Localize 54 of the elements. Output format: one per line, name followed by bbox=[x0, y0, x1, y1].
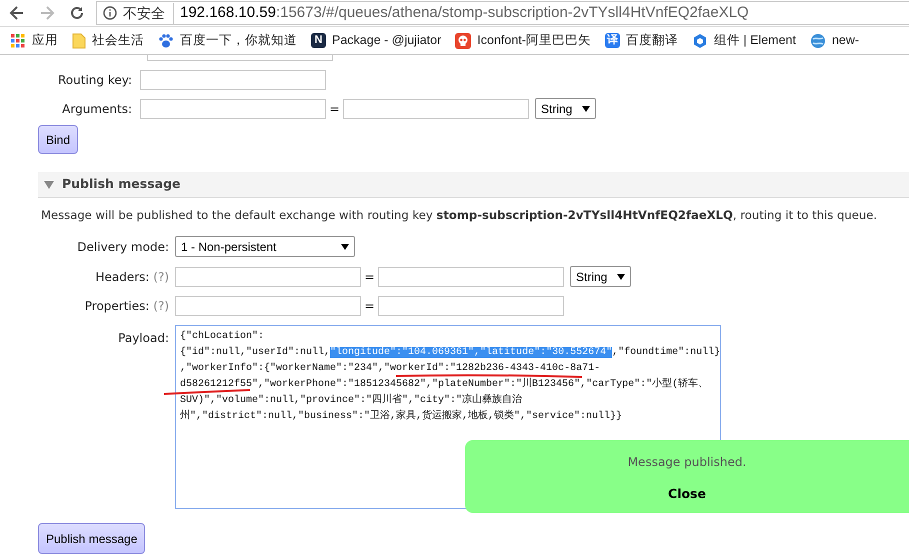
apps-icon bbox=[10, 32, 26, 48]
paw-icon bbox=[158, 32, 174, 48]
section-header[interactable]: Publish message bbox=[38, 172, 909, 198]
bind-button[interactable]: Bind bbox=[38, 125, 78, 154]
info-icon bbox=[103, 6, 117, 20]
security-label: 不安全 bbox=[123, 2, 174, 24]
equals-sign: = bbox=[328, 100, 341, 118]
input-field[interactable] bbox=[175, 296, 361, 316]
input-field[interactable] bbox=[140, 98, 326, 118]
caret-icon bbox=[582, 106, 590, 112]
input-field[interactable] bbox=[378, 296, 564, 316]
input-field[interactable] bbox=[140, 70, 326, 90]
address-bar[interactable]: 不安全 192.168.10.59:15673/#/queues/athena/stomp-subscription-2vTYsll4HtVnfEQ2faeXLQ bbox=[96, 1, 909, 25]
type-select[interactable]: String bbox=[535, 98, 596, 119]
url-text: 192.168.10.59:15673/#/queues/athena/stomp-subscription-2vTYsll4HtVnfEQ2faeXLQ bbox=[180, 2, 749, 23]
folder-icon bbox=[72, 32, 86, 48]
field-label: Delivery mode: bbox=[77, 240, 169, 254]
equals-sign: = bbox=[363, 268, 376, 286]
field-label: Arguments: bbox=[62, 102, 132, 116]
input-field[interactable] bbox=[343, 98, 529, 118]
field-label: Properties: bbox=[84, 299, 150, 314]
description-text: Message will be published to the default exchange with routing key stomp-subscription-2vTYsll4HtVnfEQ2faeXLQ, routing it to this queue. bbox=[41, 207, 878, 224]
bookmark-link[interactable]: 应用 bbox=[10, 31, 58, 50]
field-label: Routing key: bbox=[58, 73, 132, 87]
input-field[interactable] bbox=[175, 266, 361, 287]
bookmark-link[interactable]: 百度一下，你就知道 bbox=[158, 31, 297, 50]
letter-icon: N bbox=[311, 33, 326, 48]
close-button[interactable]: Close bbox=[668, 485, 706, 504]
forward-icon bbox=[38, 4, 56, 22]
back-icon bbox=[8, 4, 26, 22]
caret-icon bbox=[617, 274, 625, 280]
delivery-mode-select[interactable]: 1 - Non-persistent bbox=[175, 236, 355, 258]
bookmark-link[interactable]: new- bbox=[810, 31, 860, 50]
bookmark-link[interactable]: 社会生活 bbox=[72, 31, 144, 50]
globe-icon bbox=[810, 32, 826, 48]
caret-icon bbox=[341, 244, 349, 250]
hexagon-icon bbox=[692, 32, 708, 48]
field-label: Payload: bbox=[118, 331, 169, 346]
input-field[interactable] bbox=[147, 55, 333, 61]
input-field[interactable] bbox=[378, 266, 564, 287]
equals-sign: = bbox=[363, 298, 376, 316]
skull-icon bbox=[455, 32, 472, 48]
publish-button[interactable]: Publish message bbox=[38, 523, 146, 554]
help-link[interactable]: (?) bbox=[153, 299, 169, 314]
bookmark-link[interactable]: N Package - @jujiator bbox=[311, 31, 442, 50]
bookmark-link[interactable]: 组件 | Element bbox=[692, 31, 796, 50]
letter-icon: 译 bbox=[604, 33, 620, 48]
field-label: Headers: bbox=[95, 270, 150, 284]
reload-icon bbox=[68, 4, 86, 22]
bookmark-link[interactable]: Iconfont-阿里巴巴矢 bbox=[455, 31, 591, 50]
type-select[interactable]: String bbox=[570, 266, 631, 288]
collapse-icon bbox=[44, 180, 54, 188]
help-link[interactable]: (?) bbox=[153, 270, 169, 284]
bookmark-link[interactable]: 译 百度翻译 bbox=[604, 31, 678, 50]
